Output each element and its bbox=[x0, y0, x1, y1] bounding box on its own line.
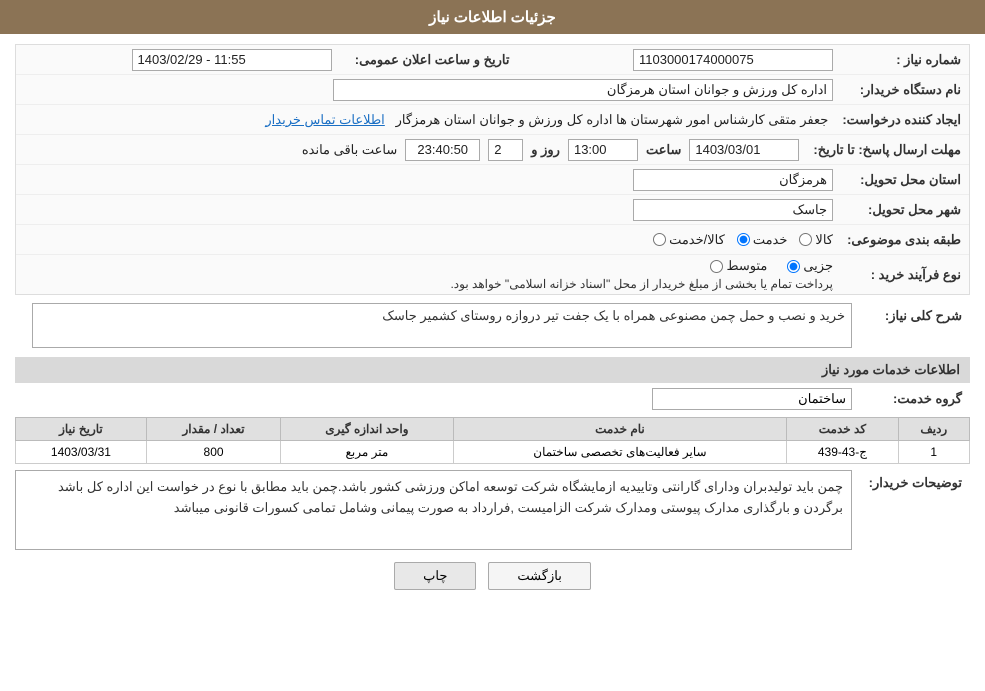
deadline-label: مهلت ارسال پاسخ: تا تاریخ: bbox=[805, 138, 969, 162]
city-value: جاسک bbox=[16, 196, 839, 224]
button-row: بازگشت چاپ bbox=[15, 562, 970, 590]
radio-partial[interactable]: جزیی bbox=[787, 258, 833, 274]
purchase-type-value: متوسط جزیی پرداخت تمام یا بخشی از مبلغ خ… bbox=[16, 255, 839, 294]
service-group-input: ساختمان bbox=[652, 388, 852, 410]
notes-section: توضیحات خریدار: چمن باید تولیدبران ودارا… bbox=[15, 470, 970, 550]
page-wrapper: جزئیات اطلاعات نیاز شماره نیاز : 1103000… bbox=[0, 0, 985, 691]
row-purchase-type: نوع فرآیند خرید : متوسط جزیی پرداخت تمام… bbox=[16, 255, 969, 294]
buyer-org-value: اداره کل ورزش و جوانان استان هرمزگان bbox=[16, 76, 839, 104]
deadline-time-input: 13:00 bbox=[568, 139, 638, 161]
main-form: شماره نیاز : 1103000174000075 تاریخ و سا… bbox=[15, 44, 970, 295]
table-cell-1: ج-43-439 bbox=[787, 441, 898, 464]
row-creator: ایجاد کننده درخواست: جعفر متقی کارشناس ا… bbox=[16, 105, 969, 135]
purchase-type-radio-group: متوسط جزیی bbox=[22, 258, 833, 274]
deadline-remaining-label: ساعت باقی مانده bbox=[302, 142, 397, 158]
creator-value: جعفر متقی کارشناس امور شهرستان ها اداره … bbox=[16, 109, 834, 131]
row-province: استان محل تحویل: هرمزگان bbox=[16, 165, 969, 195]
radio-medium[interactable]: متوسط bbox=[710, 258, 767, 274]
radio-goods-input[interactable] bbox=[799, 233, 812, 246]
col-header-service-code: کد خدمت bbox=[787, 418, 898, 441]
col-header-unit: واحد اندازه گیری bbox=[281, 418, 453, 441]
deadline-countdown: 23:40:50 bbox=[405, 139, 480, 161]
table-row: 1ج-43-439سایر فعالیت‌های تخصصی ساختمانمت… bbox=[16, 441, 970, 464]
deadline-time-label: ساعت bbox=[646, 142, 681, 158]
col-header-quantity: تعداد / مقدار bbox=[146, 418, 280, 441]
announce-date-label: تاریخ و ساعت اعلان عمومی: bbox=[338, 48, 518, 72]
row-need-number: شماره نیاز : 1103000174000075 تاریخ و سا… bbox=[16, 45, 969, 75]
radio-goods-service[interactable]: کالا/خدمت bbox=[653, 232, 725, 248]
row-city: شهر محل تحویل: جاسک bbox=[16, 195, 969, 225]
row-category: طبقه بندی موضوعی: کالا/خدمت خدمت کالا bbox=[16, 225, 969, 255]
deadline-days-label: روز و bbox=[531, 142, 560, 158]
notes-value-wrapper: چمن باید تولیدبران ودارای گارانتی وتایید… bbox=[15, 470, 852, 550]
deadline-days-input: 2 bbox=[488, 139, 523, 161]
table-header-row: ردیف کد خدمت نام خدمت واحد اندازه گیری ت… bbox=[16, 418, 970, 441]
province-label: استان محل تحویل: bbox=[839, 168, 969, 192]
radio-service[interactable]: خدمت bbox=[737, 232, 788, 248]
service-group-value: ساختمان bbox=[652, 388, 852, 410]
category-radio-group: کالا/خدمت خدمت کالا bbox=[22, 232, 833, 248]
buyer-org-label: نام دستگاه خریدار: bbox=[839, 78, 969, 102]
service-group-label: گروه خدمت: bbox=[860, 387, 970, 411]
table-body: 1ج-43-439سایر فعالیت‌های تخصصی ساختمانمت… bbox=[16, 441, 970, 464]
page-title: جزئیات اطلاعات نیاز bbox=[429, 9, 556, 26]
deadline-date-row: 1403/03/01 ساعت 13:00 روز و 2 23:40:50 س… bbox=[22, 139, 799, 161]
creator-text: جعفر متقی کارشناس امور شهرستان ها اداره … bbox=[396, 112, 829, 127]
description-label: شرح کلی نیاز: bbox=[860, 303, 970, 328]
row-deadline: مهلت ارسال پاسخ: تا تاریخ: 1403/03/01 سا… bbox=[16, 135, 969, 165]
category-label: طبقه بندی موضوعی: bbox=[839, 228, 969, 252]
medium-label: متوسط bbox=[726, 258, 767, 274]
notes-label: توضیحات خریدار: bbox=[860, 470, 970, 495]
partial-label: جزیی bbox=[803, 258, 833, 274]
radio-partial-input[interactable] bbox=[787, 260, 800, 273]
radio-service-input[interactable] bbox=[737, 233, 750, 246]
province-value: هرمزگان bbox=[16, 166, 839, 194]
print-button[interactable]: چاپ bbox=[394, 562, 476, 590]
content-area: شماره نیاز : 1103000174000075 تاریخ و سا… bbox=[0, 34, 985, 608]
col-header-service-name: نام خدمت bbox=[453, 418, 787, 441]
col-header-row-num: ردیف bbox=[898, 418, 969, 441]
row-buyer-org: نام دستگاه خریدار: اداره کل ورزش و جوانا… bbox=[16, 75, 969, 105]
table-cell-2: سایر فعالیت‌های تخصصی ساختمان bbox=[453, 441, 787, 464]
notes-text: چمن باید تولیدبران ودارای گارانتی وتایید… bbox=[15, 470, 852, 550]
description-textarea[interactable] bbox=[32, 303, 852, 348]
creator-label: ایجاد کننده درخواست: bbox=[834, 108, 969, 132]
radio-goods[interactable]: کالا bbox=[799, 232, 833, 248]
description-value-wrapper bbox=[15, 303, 852, 351]
need-number-value: 1103000174000075 bbox=[518, 46, 840, 74]
table-cell-3: متر مربع bbox=[281, 441, 453, 464]
page-header: جزئیات اطلاعات نیاز bbox=[0, 0, 985, 34]
table-cell-5: 1403/03/31 bbox=[16, 441, 147, 464]
table-cell-0: 1 bbox=[898, 441, 969, 464]
table-header: ردیف کد خدمت نام خدمت واحد اندازه گیری ت… bbox=[16, 418, 970, 441]
col-header-date: تاریخ نیاز bbox=[16, 418, 147, 441]
city-input: جاسک bbox=[633, 199, 833, 221]
buyer-org-input: اداره کل ورزش و جوانان استان هرمزگان bbox=[333, 79, 833, 101]
city-label: شهر محل تحویل: bbox=[839, 198, 969, 222]
service-label: خدمت bbox=[753, 232, 788, 248]
announce-date-input: 1403/02/29 - 11:55 bbox=[132, 49, 332, 71]
table-cell-4: 800 bbox=[146, 441, 280, 464]
creator-contact-link[interactable]: اطلاعات تماس خریدار bbox=[265, 112, 384, 127]
radio-medium-input[interactable] bbox=[710, 260, 723, 273]
service-info-title: اطلاعات خدمات مورد نیاز bbox=[15, 357, 970, 383]
category-value: کالا/خدمت خدمت کالا bbox=[16, 229, 839, 251]
service-group-row: گروه خدمت: ساختمان bbox=[15, 387, 970, 411]
description-section: شرح کلی نیاز: bbox=[15, 303, 970, 351]
services-table: ردیف کد خدمت نام خدمت واحد اندازه گیری ت… bbox=[15, 417, 970, 464]
need-number-input: 1103000174000075 bbox=[633, 49, 833, 71]
deadline-date-input: 1403/03/01 bbox=[689, 139, 799, 161]
goods-label: کالا bbox=[815, 232, 833, 248]
announce-date-value: 1403/02/29 - 11:55 bbox=[16, 46, 338, 74]
purchase-type-note: پرداخت تمام یا بخشی از مبلغ خریدار از مح… bbox=[22, 277, 833, 291]
goods-service-label: کالا/خدمت bbox=[669, 232, 725, 248]
back-button[interactable]: بازگشت bbox=[488, 562, 590, 590]
deadline-value: 1403/03/01 ساعت 13:00 روز و 2 23:40:50 س… bbox=[16, 136, 805, 164]
purchase-type-label: نوع فرآیند خرید : bbox=[839, 263, 969, 287]
need-number-label: شماره نیاز : bbox=[839, 48, 969, 72]
province-input: هرمزگان bbox=[633, 169, 833, 191]
radio-goods-service-input[interactable] bbox=[653, 233, 666, 246]
